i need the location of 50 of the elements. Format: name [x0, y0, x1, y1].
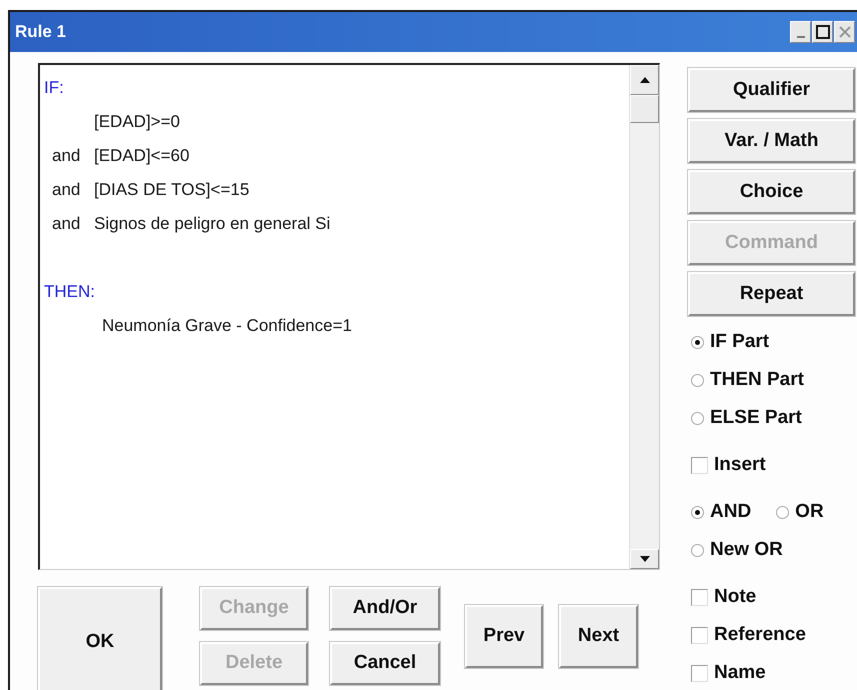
rule-text-area[interactable]: IF: [EDAD]>=0 and [EDAD]<=60 and [DIAS DE TOS]<=15 and Signos de peligro en general Si THEN: Neumonía Grave - Confidence=1	[38, 63, 660, 570]
connector-label: and	[51, 145, 82, 167]
scroll-down-icon[interactable]	[640, 556, 650, 562]
condition-text: [EDAD]>=0	[94, 111, 180, 133]
checkbox-option[interactable]: Insert	[688, 446, 857, 484]
checkbox[interactable]	[691, 626, 708, 644]
condition-text: [EDAD]<=60	[94, 145, 190, 167]
radio-button[interactable]	[691, 336, 704, 348]
scroll-up-icon[interactable]	[640, 77, 650, 83]
ok-button[interactable]: OK	[38, 587, 162, 690]
section-label: THEN:	[44, 281, 95, 303]
checkbox[interactable]	[691, 664, 708, 682]
side-button[interactable]: Qualifier	[688, 68, 855, 112]
scroll-thumb[interactable]	[630, 95, 659, 123]
radio-option[interactable]: IF Part	[688, 323, 857, 361]
radio-option[interactable]: THEN Part	[688, 361, 857, 399]
radio-button[interactable]	[691, 506, 704, 518]
minimize-icon	[796, 36, 804, 38]
maximize-icon	[816, 25, 830, 39]
checkbox[interactable]	[691, 456, 708, 474]
side-button[interactable]: Repeat	[688, 272, 855, 316]
radio-option[interactable]: New OR	[688, 531, 857, 569]
radio-option[interactable]: ELSE Part	[688, 399, 857, 437]
next-button[interactable]: Next	[559, 605, 638, 668]
condition-text: Signos de peligro en general Si	[94, 213, 330, 235]
and-or-button[interactable]: And/Or	[330, 587, 440, 630]
prev-button[interactable]: Prev	[465, 605, 543, 668]
radio-button[interactable]	[691, 412, 704, 424]
window-title: Rule 1	[15, 21, 66, 44]
checkbox-option[interactable]: Name	[688, 654, 857, 690]
condition-text: [DIAS DE TOS]<=15	[94, 179, 250, 201]
close-icon	[838, 26, 850, 38]
connector-label: and	[51, 213, 82, 235]
side-button[interactable]: Choice	[688, 170, 855, 214]
side-button[interactable]: Var. / Math	[688, 119, 855, 163]
connector-label: and	[51, 179, 82, 201]
section-label: IF:	[44, 77, 64, 99]
maximize-button[interactable]	[812, 21, 833, 43]
scrollbar[interactable]	[629, 65, 659, 569]
checkbox-option[interactable]: Note	[688, 578, 857, 616]
radio-button[interactable]	[691, 374, 704, 386]
radio-option[interactable]: OR	[773, 493, 824, 531]
minimize-button[interactable]	[790, 21, 811, 43]
checkbox-option[interactable]: Reference	[688, 616, 857, 654]
radio-button[interactable]	[776, 506, 790, 518]
radio-option[interactable]: AND	[688, 493, 752, 531]
cancel-button[interactable]: Cancel	[330, 642, 440, 685]
action-text: Neumonía Grave - Confidence=1	[101, 315, 352, 337]
checkbox[interactable]	[691, 588, 708, 606]
radio-button[interactable]	[691, 544, 704, 556]
